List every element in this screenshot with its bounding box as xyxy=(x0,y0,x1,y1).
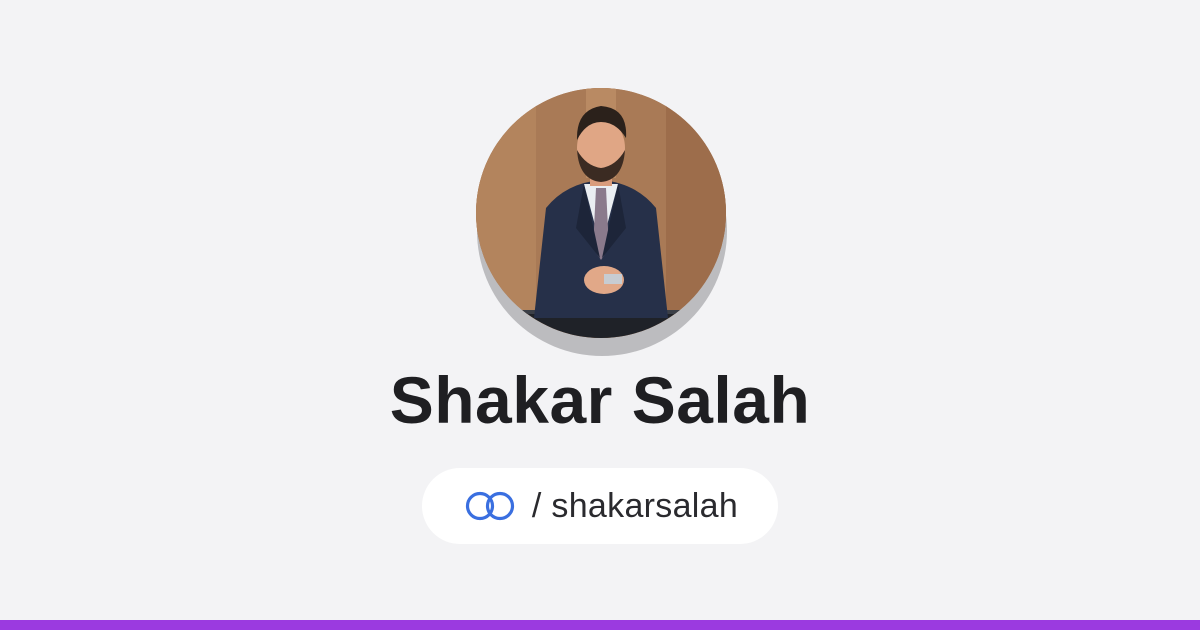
profile-link-button[interactable]: / shakarsalah xyxy=(422,468,778,544)
avatar xyxy=(476,88,726,338)
profile-handle-prefix: / xyxy=(531,486,552,525)
brand-accent-bar xyxy=(0,620,1200,630)
linked-rings-icon xyxy=(465,491,515,521)
profile-photo xyxy=(476,88,726,338)
profile-name: Shakar Salah xyxy=(389,363,811,437)
profile-handle: shakarsalah xyxy=(551,486,739,525)
profile-card: Shakar Salah / shakarsalah xyxy=(0,0,1200,620)
